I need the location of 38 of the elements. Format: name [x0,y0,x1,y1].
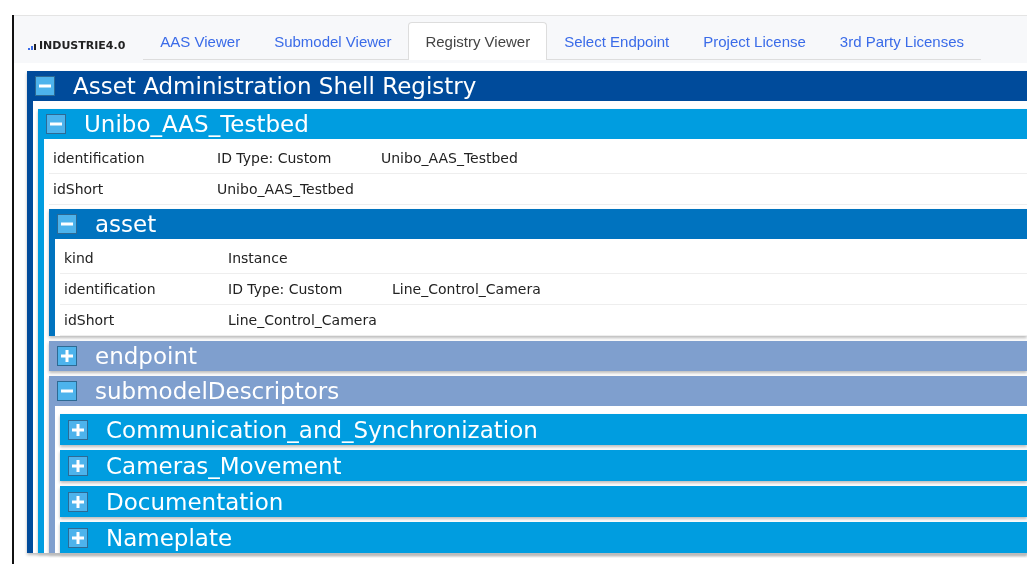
table-cell-text: Unibo_AAS_Testbed [380,150,518,166]
expand-icon[interactable] [68,527,88,548]
collapse-icon[interactable] [35,76,55,96]
tree-node-header[interactable]: Unibo_AAS_Testbed [38,109,1027,139]
collapse-icon[interactable] [57,381,77,401]
table-cell-text: Line_Control_Camera [227,312,378,328]
tab[interactable]: Select Endpoint [547,22,687,59]
expand-icon[interactable] [68,419,88,440]
tab[interactable]: Registry Viewer [408,22,548,60]
table-cell-text: kind [63,250,95,266]
tree-node-header[interactable]: asset [49,209,1027,239]
tree-node-header[interactable]: endpoint [49,341,1027,371]
tab[interactable]: AAS Viewer [143,22,258,59]
tree-node-header[interactable]: Communication_and_Synchronization [60,414,1027,445]
tree-node-header[interactable]: submodelDescriptors [49,376,1027,406]
collapse-icon[interactable] [57,214,77,234]
tab[interactable]: Submodel Viewer [257,22,409,59]
table-cell-text: Instance [227,250,289,266]
table-cell-text: ID Type: Custom [216,150,333,166]
signal-bars-icon [28,41,38,50]
tab[interactable]: Project License [686,22,823,59]
expand-icon[interactable] [57,346,77,366]
table-cell-text: Unibo_AAS_Testbed [216,181,355,197]
expand-icon[interactable] [68,491,88,512]
table-cell-text: ID Type: Custom [227,281,344,297]
table-cell-text: identification [52,150,146,166]
table-cell-text: identification [63,281,157,297]
table-cell-text: Line_Control_Camera [391,281,541,297]
logo-text: INDUSTRIE4.0 [39,39,126,52]
expand-icon[interactable] [68,455,88,476]
tree-node-header[interactable]: Documentation [60,486,1027,517]
tab[interactable]: 3rd Party Licenses [822,22,982,59]
tree-node-header[interactable]: Nameplate [60,522,1027,553]
tree-node-header[interactable]: Asset Administration Shell Registry [27,71,1027,101]
collapse-icon[interactable] [46,114,66,134]
table-cell-text: idShort [63,312,116,328]
table-cell-text: idShort [52,181,105,197]
tree-node-header[interactable]: Cameras_Movement [60,450,1027,481]
